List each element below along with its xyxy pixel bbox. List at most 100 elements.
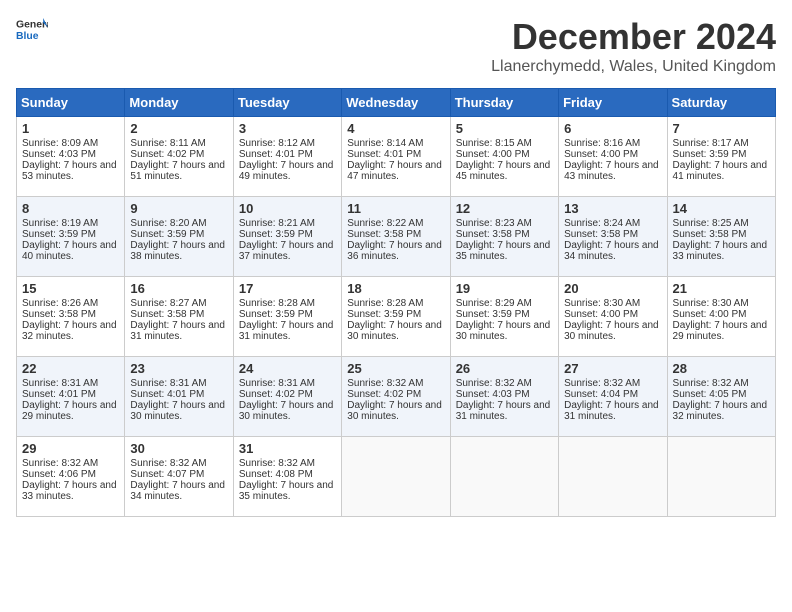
calendar-row-4: 29Sunrise: 8:32 AMSunset: 4:06 PMDayligh… — [17, 437, 776, 517]
sunset: Sunset: 3:58 PM — [22, 309, 96, 320]
sunset: Sunset: 4:00 PM — [564, 309, 638, 320]
sunset: Sunset: 4:05 PM — [673, 389, 747, 400]
sunset: Sunset: 4:06 PM — [22, 469, 96, 480]
sunrise: Sunrise: 8:32 AM — [456, 378, 532, 389]
day-number: 17 — [239, 281, 336, 296]
calendar-cell: 6Sunrise: 8:16 AMSunset: 4:00 PMDaylight… — [559, 117, 667, 197]
day-number: 16 — [130, 281, 227, 296]
daylight-label: Daylight: 7 hours and 41 minutes. — [673, 160, 768, 182]
sunrise: Sunrise: 8:16 AM — [564, 138, 640, 149]
sunrise: Sunrise: 8:30 AM — [564, 298, 640, 309]
calendar-cell: 13Sunrise: 8:24 AMSunset: 3:58 PMDayligh… — [559, 197, 667, 277]
day-number: 15 — [22, 281, 119, 296]
calendar-cell: 30Sunrise: 8:32 AMSunset: 4:07 PMDayligh… — [125, 437, 233, 517]
sunset: Sunset: 3:59 PM — [347, 309, 421, 320]
logo: General Blue — [16, 16, 48, 44]
calendar-cell: 1Sunrise: 8:09 AMSunset: 4:03 PMDaylight… — [17, 117, 125, 197]
sunrise: Sunrise: 8:24 AM — [564, 218, 640, 229]
sunset: Sunset: 3:59 PM — [456, 309, 530, 320]
sunrise: Sunrise: 8:31 AM — [22, 378, 98, 389]
day-number: 25 — [347, 361, 444, 376]
daylight-label: Daylight: 7 hours and 38 minutes. — [130, 240, 225, 262]
calendar-cell: 12Sunrise: 8:23 AMSunset: 3:58 PMDayligh… — [450, 197, 558, 277]
day-number: 19 — [456, 281, 553, 296]
calendar-cell: 16Sunrise: 8:27 AMSunset: 3:58 PMDayligh… — [125, 277, 233, 357]
sunrise: Sunrise: 8:32 AM — [130, 458, 206, 469]
day-number: 1 — [22, 121, 119, 136]
header: General Blue December 2024 Llanerchymedd… — [16, 16, 776, 76]
daylight-label: Daylight: 7 hours and 31 minutes. — [456, 400, 551, 422]
day-number: 3 — [239, 121, 336, 136]
calendar-cell: 14Sunrise: 8:25 AMSunset: 3:58 PMDayligh… — [667, 197, 775, 277]
daylight-label: Daylight: 7 hours and 31 minutes. — [130, 320, 225, 342]
day-number: 8 — [22, 201, 119, 216]
header-saturday: Saturday — [667, 89, 775, 117]
daylight-label: Daylight: 7 hours and 36 minutes. — [347, 240, 442, 262]
calendar-cell: 17Sunrise: 8:28 AMSunset: 3:59 PMDayligh… — [233, 277, 341, 357]
sunrise: Sunrise: 8:19 AM — [22, 218, 98, 229]
sunset: Sunset: 4:08 PM — [239, 469, 313, 480]
calendar-cell: 29Sunrise: 8:32 AMSunset: 4:06 PMDayligh… — [17, 437, 125, 517]
calendar-table: Sunday Monday Tuesday Wednesday Thursday… — [16, 88, 776, 517]
header-friday: Friday — [559, 89, 667, 117]
sunrise: Sunrise: 8:32 AM — [239, 458, 315, 469]
daylight-label: Daylight: 7 hours and 53 minutes. — [22, 160, 117, 182]
sunset: Sunset: 3:58 PM — [456, 229, 530, 240]
daylight-label: Daylight: 7 hours and 30 minutes. — [456, 320, 551, 342]
calendar-cell: 10Sunrise: 8:21 AMSunset: 3:59 PMDayligh… — [233, 197, 341, 277]
sunset: Sunset: 3:58 PM — [130, 309, 204, 320]
header-tuesday: Tuesday — [233, 89, 341, 117]
day-number: 31 — [239, 441, 336, 456]
calendar-cell: 26Sunrise: 8:32 AMSunset: 4:03 PMDayligh… — [450, 357, 558, 437]
calendar-row-1: 8Sunrise: 8:19 AMSunset: 3:59 PMDaylight… — [17, 197, 776, 277]
daylight-label: Daylight: 7 hours and 35 minutes. — [239, 480, 334, 502]
calendar-cell: 15Sunrise: 8:26 AMSunset: 3:58 PMDayligh… — [17, 277, 125, 357]
sunrise: Sunrise: 8:23 AM — [456, 218, 532, 229]
sunset: Sunset: 4:01 PM — [22, 389, 96, 400]
sunrise: Sunrise: 8:25 AM — [673, 218, 749, 229]
calendar-cell: 4Sunrise: 8:14 AMSunset: 4:01 PMDaylight… — [342, 117, 450, 197]
header-sunday: Sunday — [17, 89, 125, 117]
sunrise: Sunrise: 8:14 AM — [347, 138, 423, 149]
calendar-cell: 18Sunrise: 8:28 AMSunset: 3:59 PMDayligh… — [342, 277, 450, 357]
calendar-cell: 3Sunrise: 8:12 AMSunset: 4:01 PMDaylight… — [233, 117, 341, 197]
daylight-label: Daylight: 7 hours and 43 minutes. — [564, 160, 659, 182]
sunset: Sunset: 4:00 PM — [673, 309, 747, 320]
calendar-cell: 21Sunrise: 8:30 AMSunset: 4:00 PMDayligh… — [667, 277, 775, 357]
sunrise: Sunrise: 8:11 AM — [130, 138, 205, 149]
sunset: Sunset: 3:59 PM — [239, 309, 313, 320]
location-title: Llanerchymedd, Wales, United Kingdom — [491, 58, 776, 76]
sunset: Sunset: 4:07 PM — [130, 469, 204, 480]
daylight-label: Daylight: 7 hours and 32 minutes. — [22, 320, 117, 342]
calendar-row-2: 15Sunrise: 8:26 AMSunset: 3:58 PMDayligh… — [17, 277, 776, 357]
sunset: Sunset: 4:00 PM — [456, 149, 530, 160]
daylight-label: Daylight: 7 hours and 40 minutes. — [22, 240, 117, 262]
daylight-label: Daylight: 7 hours and 30 minutes. — [347, 320, 442, 342]
calendar-cell: 11Sunrise: 8:22 AMSunset: 3:58 PMDayligh… — [342, 197, 450, 277]
sunset: Sunset: 4:01 PM — [130, 389, 204, 400]
sunrise: Sunrise: 8:22 AM — [347, 218, 423, 229]
sunset: Sunset: 3:59 PM — [239, 229, 313, 240]
daylight-label: Daylight: 7 hours and 37 minutes. — [239, 240, 334, 262]
sunset: Sunset: 3:59 PM — [130, 229, 204, 240]
daylight-label: Daylight: 7 hours and 51 minutes. — [130, 160, 225, 182]
calendar-cell: 28Sunrise: 8:32 AMSunset: 4:05 PMDayligh… — [667, 357, 775, 437]
sunrise: Sunrise: 8:28 AM — [239, 298, 315, 309]
day-number: 6 — [564, 121, 661, 136]
daylight-label: Daylight: 7 hours and 29 minutes. — [673, 320, 768, 342]
calendar-cell: 27Sunrise: 8:32 AMSunset: 4:04 PMDayligh… — [559, 357, 667, 437]
header-monday: Monday — [125, 89, 233, 117]
title-section: December 2024 Llanerchymedd, Wales, Unit… — [491, 16, 776, 76]
sunrise: Sunrise: 8:32 AM — [673, 378, 749, 389]
sunrise: Sunrise: 8:32 AM — [564, 378, 640, 389]
sunset: Sunset: 4:02 PM — [347, 389, 421, 400]
day-number: 27 — [564, 361, 661, 376]
calendar-cell: 23Sunrise: 8:31 AMSunset: 4:01 PMDayligh… — [125, 357, 233, 437]
calendar-cell: 31 Sunrise: 8:32 AMSunset: 4:08 PMDayligh… — [233, 437, 341, 517]
daylight-label: Daylight: 7 hours and 33 minutes. — [22, 480, 117, 502]
day-number: 7 — [673, 121, 770, 136]
sunset: Sunset: 4:02 PM — [130, 149, 204, 160]
daylight-label: Daylight: 7 hours and 29 minutes. — [22, 400, 117, 422]
sunset: Sunset: 3:58 PM — [673, 229, 747, 240]
daylight-label: Daylight: 7 hours and 30 minutes. — [347, 400, 442, 422]
